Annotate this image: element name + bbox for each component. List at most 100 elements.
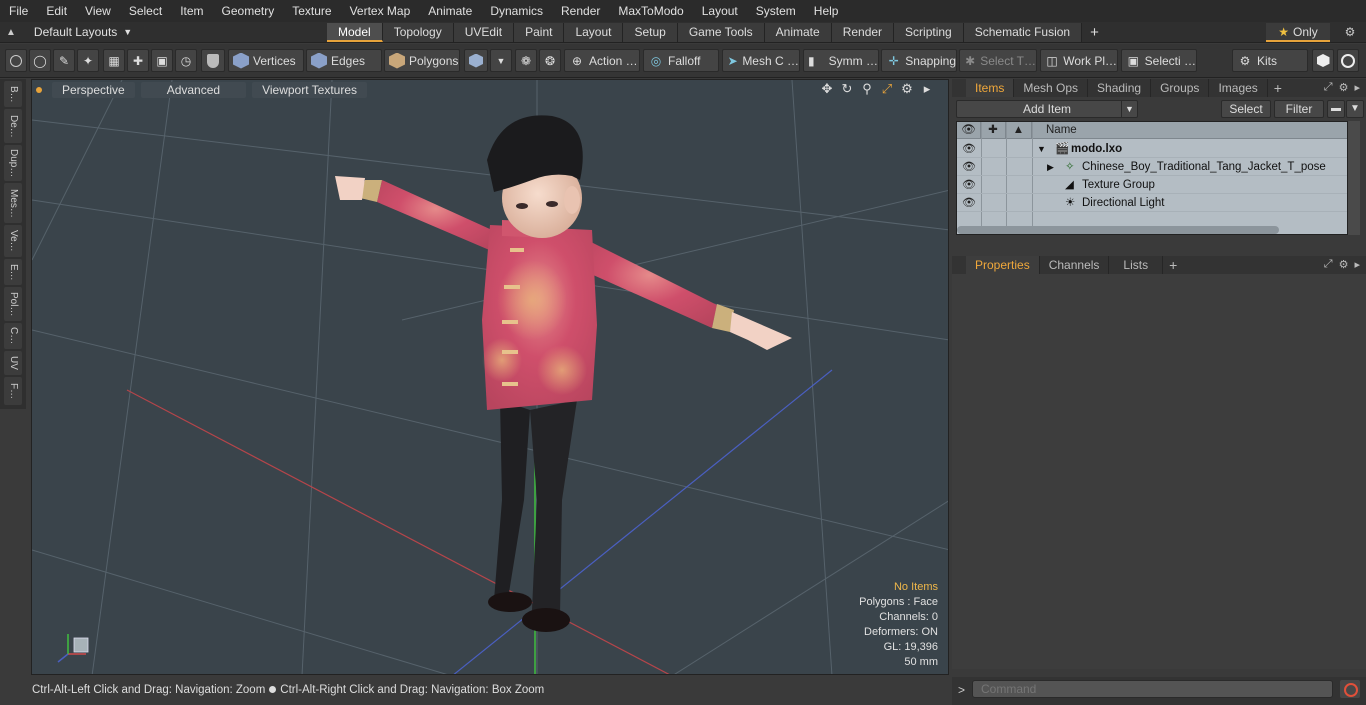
rotate-view-icon[interactable]: ↻ [840, 82, 854, 96]
only-toggle[interactable]: ★ Only [1266, 23, 1330, 42]
tree-row-scene[interactable]: 👁 ▼ 🎬 modo.lxo [957, 140, 1347, 158]
vertical-scrollbar[interactable] [1348, 121, 1360, 235]
select-button[interactable]: Select [1221, 100, 1271, 118]
tab-images[interactable]: Images [1209, 79, 1268, 97]
add-tab-plus-icon[interactable]: + [1082, 23, 1107, 42]
left-tab-duplicate[interactable]: Dup… [4, 145, 22, 181]
vertices-button[interactable]: Vertices [228, 49, 304, 72]
panel-expand-icon[interactable]: ▸ [1354, 81, 1360, 94]
menu-item[interactable]: Item [171, 0, 212, 22]
tab-layout[interactable]: Layout [564, 23, 624, 42]
add-item-button[interactable]: Add Item ▼ [956, 100, 1138, 118]
type-column-icon[interactable]: ▲ [1006, 122, 1032, 139]
collapse-button[interactable]: ▬ [1327, 100, 1345, 118]
frame-button[interactable]: ▣ [151, 49, 173, 72]
kits-button[interactable]: ⚙ Kits [1232, 49, 1308, 72]
lock-column-icon[interactable]: ✚ [981, 122, 1006, 139]
tab-setup[interactable]: Setup [623, 23, 678, 42]
tab-game-tools[interactable]: Game Tools [677, 23, 765, 42]
viewport-menu-dot-icon[interactable] [36, 87, 42, 93]
zoom-view-icon[interactable]: ⚲ [860, 82, 874, 96]
left-tab-curve[interactable]: C… [4, 323, 22, 349]
visibility-column-icon[interactable]: 👁 [957, 122, 981, 139]
menu-geometry[interactable]: Geometry [213, 0, 284, 22]
left-tab-basic[interactable]: B… [4, 81, 22, 107]
layout-selector[interactable]: ▲ Default Layouts ▼ [6, 22, 132, 43]
maximize-view-icon[interactable]: ⤢ [880, 82, 894, 96]
tab-items[interactable]: Items [966, 79, 1015, 97]
pen-button[interactable]: ✎ [53, 49, 75, 72]
add-panel-tab-icon[interactable]: + [1268, 79, 1288, 97]
globe-button[interactable]: ◯ [29, 49, 51, 72]
expand-down-icon[interactable]: ▼ [1037, 140, 1046, 158]
menu-edit[interactable]: Edit [37, 0, 76, 22]
snapping-button[interactable]: ✛ Snapping [881, 49, 957, 72]
expand-right-icon[interactable]: ▶ [1047, 158, 1054, 176]
left-tab-deform[interactable]: De… [4, 109, 22, 143]
horizontal-scrollbar[interactable] [957, 226, 1279, 234]
menu-animate[interactable]: Animate [419, 0, 481, 22]
expand-arrow-icon[interactable]: ▸ [920, 82, 934, 96]
work-plane-button[interactable]: ◫ Work Pl… [1040, 49, 1118, 72]
menu-maxtomodo[interactable]: MaxToModo [609, 0, 692, 22]
unity-button[interactable] [1312, 49, 1334, 72]
center-button[interactable]: ✚ [127, 49, 149, 72]
filter-button[interactable]: Filter [1274, 100, 1324, 118]
tree-row-light[interactable]: 👁 ☀ Directional Light [957, 194, 1347, 212]
funnel-button[interactable]: ▼ [1346, 100, 1364, 118]
visibility-eye-icon[interactable]: 👁 [961, 158, 977, 176]
left-tab-mesh[interactable]: Mes… [4, 183, 22, 223]
3d-viewport[interactable]: Perspective Advanced Viewport Textures ✥… [31, 79, 949, 675]
menu-layout[interactable]: Layout [693, 0, 747, 22]
panel-settings-icon[interactable]: ⚙ [1339, 258, 1349, 271]
mesh-constraint-button[interactable]: ➤ Mesh C … [722, 49, 800, 72]
panel-expand-icon[interactable]: ▸ [1354, 258, 1360, 271]
tab-mesh-ops[interactable]: Mesh Ops [1014, 79, 1089, 97]
tab-paint[interactable]: Paint [514, 23, 565, 42]
menu-select[interactable]: Select [120, 0, 171, 22]
maximize-panel-icon[interactable]: ⤢ [1324, 258, 1333, 271]
visibility-eye-icon[interactable]: 👁 [961, 140, 977, 158]
name-column-header[interactable]: Name [1032, 122, 1347, 139]
visibility-eye-icon[interactable]: 👁 [961, 194, 977, 212]
menu-help[interactable]: Help [805, 0, 848, 22]
viewport-textures-button[interactable]: Viewport Textures [252, 82, 368, 98]
tree-row-texture-group[interactable]: 👁 ◢ Texture Group [957, 176, 1347, 194]
tab-uvedit[interactable]: UVEdit [453, 23, 515, 42]
gear-icon[interactable]: ⚙ [1340, 23, 1360, 42]
menu-system[interactable]: System [747, 0, 805, 22]
left-tab-uv[interactable]: UV [4, 351, 22, 375]
item-mode-dropdown[interactable]: ▼ [490, 49, 512, 72]
tab-model[interactable]: Model [327, 23, 383, 42]
tab-channels[interactable]: Channels [1040, 256, 1110, 274]
tab-shading[interactable]: Shading [1088, 79, 1152, 97]
tab-topology[interactable]: Topology [382, 23, 454, 42]
viewport-settings-icon[interactable]: ⚙ [900, 82, 914, 96]
tab-scripting[interactable]: Scripting [894, 23, 964, 42]
texture-button[interactable]: ❂ [539, 49, 561, 72]
menu-dynamics[interactable]: Dynamics [481, 0, 552, 22]
collapse-arrow-icon[interactable]: ▲ [6, 22, 16, 43]
add-panel-tab-icon[interactable]: + [1163, 256, 1183, 274]
item-mode-button[interactable] [464, 49, 488, 72]
action-center-button[interactable]: ⊕ Action … [564, 49, 640, 72]
menu-texture[interactable]: Texture [283, 0, 340, 22]
left-tab-vertex[interactable]: Ve… [4, 225, 22, 257]
tab-lists[interactable]: Lists [1109, 256, 1164, 274]
left-tab-edge[interactable]: E… [4, 259, 22, 285]
unreal-button[interactable] [1337, 49, 1359, 72]
maximize-panel-icon[interactable]: ⤢ [1324, 81, 1333, 94]
falloff-button[interactable]: ◎ Falloff [643, 49, 719, 72]
tab-groups[interactable]: Groups [1151, 79, 1210, 97]
tab-schematic-fusion[interactable]: Schematic Fusion [963, 23, 1083, 42]
align-button[interactable]: ▦ [103, 49, 125, 72]
panel-menu-icon[interactable] [952, 79, 966, 97]
move-view-icon[interactable]: ✥ [820, 82, 834, 96]
tree-row-mesh[interactable]: 👁 ▶ ✧ Chinese_Boy_Traditional_Tang_Jacke… [957, 158, 1347, 176]
polygons-button[interactable]: Polygons [384, 49, 460, 72]
brush-button[interactable]: ✦ [77, 49, 99, 72]
menu-view[interactable]: View [76, 0, 120, 22]
clock-button[interactable]: ◷ [175, 49, 197, 72]
material-button[interactable]: ❁ [515, 49, 537, 72]
command-input[interactable] [972, 680, 1333, 698]
